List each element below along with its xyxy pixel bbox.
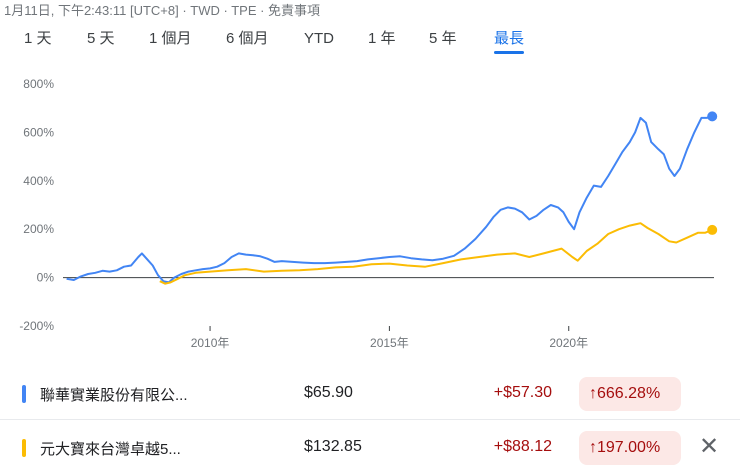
close-icon[interactable]: ✕ [696, 434, 722, 460]
arrow-up-icon: ↑ [589, 385, 597, 402]
y-tick-label: 200% [23, 222, 54, 236]
y-tick-label: 400% [23, 174, 54, 188]
header-meta: 1月11日, 下午2:43:11 [UTC+8] · TWD · TPE · 免… [4, 3, 321, 18]
tab-1-month[interactable]: 1 個月 [149, 28, 192, 58]
series-percent-badge: ↑666.28% [579, 377, 681, 411]
series-line-1 [66, 115, 713, 284]
y-tick-label: 0% [37, 271, 55, 285]
series-price: $132.85 [304, 438, 362, 455]
arrow-up-icon: ↑ [589, 439, 597, 456]
series-end-point-1 [707, 111, 718, 122]
series-change: +$57.30 [493, 384, 552, 401]
tab-max[interactable]: 最長 [494, 28, 525, 58]
series-price: $65.90 [304, 384, 353, 401]
tab-1-day[interactable]: 1 天 [24, 28, 52, 58]
series-color-swatch [22, 439, 26, 457]
time-range-tabs: 1 天 5 天 1 個月 6 個月 YTD 1 年 5 年 最長 [0, 28, 740, 58]
series-color-swatch [22, 385, 26, 403]
series-percent: 666.28% [597, 385, 661, 402]
series-name: 元大寶來台灣卓越5... [40, 441, 181, 458]
tab-1-year[interactable]: 1 年 [368, 28, 396, 58]
comparison-chart[interactable]: 800% 600% 400% 200% 0% -200% 2010年 2015年 2020年 [0, 62, 740, 358]
series-name: 聯華實業股份有限公... [40, 387, 188, 404]
y-tick-label: 800% [23, 77, 54, 91]
tab-6-month[interactable]: 6 個月 [226, 28, 269, 58]
series-layer [66, 111, 718, 285]
legend-divider [0, 419, 740, 420]
series-percent-badge: ↑197.00% [579, 431, 681, 465]
y-axis: 800% 600% 400% 200% 0% -200% [19, 77, 714, 333]
x-tick-label: 2010年 [191, 336, 230, 350]
legend-row-series-2[interactable]: 元大寶來台灣卓越5... $132.85 +$88.12 ↑197.00% ✕ [0, 426, 740, 470]
tab-ytd[interactable]: YTD [304, 28, 334, 58]
x-axis: 2010年 2015年 2020年 [191, 326, 588, 350]
tab-5-year[interactable]: 5 年 [429, 28, 457, 58]
y-tick-label: -200% [19, 319, 54, 333]
tab-5-day[interactable]: 5 天 [87, 28, 115, 58]
y-tick-label: 600% [23, 125, 54, 139]
x-tick-label: 2020年 [549, 336, 588, 350]
series-end-point-2 [707, 224, 718, 235]
series-change: +$88.12 [493, 438, 552, 455]
x-tick-label: 2015年 [370, 336, 409, 350]
series-percent: 197.00% [597, 439, 661, 456]
legend-row-series-1[interactable]: 聯華實業股份有限公... $65.90 +$57.30 ↑666.28% [0, 372, 740, 416]
